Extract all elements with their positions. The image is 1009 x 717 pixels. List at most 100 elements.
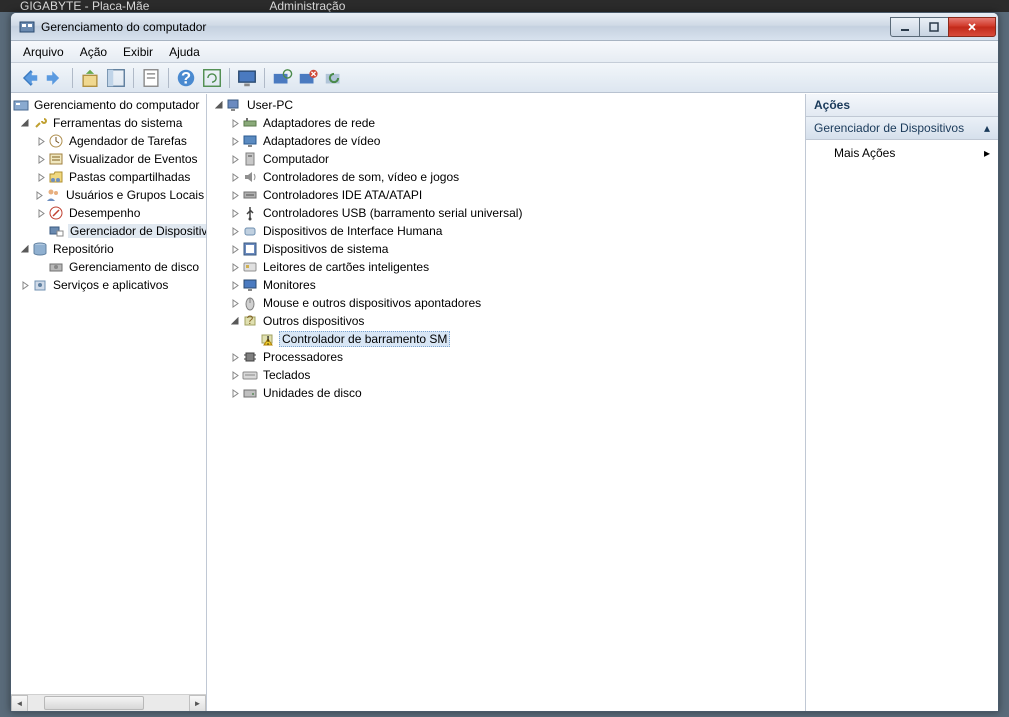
device-category[interactable]: Adaptadores de rede — [207, 114, 805, 132]
tree-performance[interactable]: Desempenho — [11, 204, 206, 222]
device-category[interactable]: Processadores — [207, 348, 805, 366]
menubar: Arquivo Ação Exibir Ajuda — [11, 41, 998, 63]
expand-icon[interactable] — [229, 207, 241, 219]
tree-event-viewer[interactable]: Visualizador de Eventos — [11, 150, 206, 168]
expand-icon[interactable] — [229, 297, 241, 309]
expand-icon[interactable] — [229, 243, 241, 255]
window-title: Gerenciamento do computador — [41, 20, 891, 34]
expand-icon[interactable] — [229, 279, 241, 291]
tree-root[interactable]: Gerenciamento do computador — [11, 96, 206, 114]
menu-file[interactable]: Arquivo — [15, 42, 72, 62]
expand-icon[interactable] — [229, 225, 241, 237]
device-category[interactable]: ? Outros dispositivos — [207, 312, 805, 330]
services-icon — [32, 277, 48, 293]
svg-text:?: ? — [247, 313, 254, 327]
menu-help[interactable]: Ajuda — [161, 42, 208, 62]
console-tree-pane: Gerenciamento do computador Ferramentas … — [11, 94, 207, 711]
uninstall-button[interactable] — [296, 66, 320, 90]
device-category[interactable]: Dispositivos de Interface Humana — [207, 222, 805, 240]
collapse-icon[interactable] — [19, 243, 31, 255]
actions-section[interactable]: Gerenciador de Dispositivos ▴ — [806, 117, 998, 140]
device-category[interactable]: Unidades de disco — [207, 384, 805, 402]
menu-action[interactable]: Ação — [72, 42, 115, 62]
titlebar[interactable]: Gerenciamento do computador — [11, 13, 998, 41]
tree-users-groups[interactable]: Usuários e Grupos Locais — [11, 186, 206, 204]
expand-icon[interactable] — [229, 387, 241, 399]
minimize-button[interactable] — [890, 17, 920, 37]
expand-icon[interactable] — [35, 153, 47, 165]
shared-folder-icon — [48, 169, 64, 185]
help-button[interactable]: ? — [174, 66, 198, 90]
scan-hardware-button[interactable] — [270, 66, 294, 90]
scroll-track[interactable] — [28, 695, 189, 711]
device-category[interactable]: Dispositivos de sistema — [207, 240, 805, 258]
forward-button[interactable] — [43, 66, 67, 90]
expand-icon[interactable] — [35, 171, 47, 183]
disk-icon — [48, 259, 64, 275]
expand-icon[interactable] — [35, 189, 44, 201]
svg-text:!: ! — [266, 334, 269, 348]
expand-icon[interactable] — [229, 171, 241, 183]
menu-view[interactable]: Exibir — [115, 42, 161, 62]
device-tree-pane: User-PC Adaptadores de rede Adaptadores … — [207, 94, 806, 711]
device-category[interactable]: Leitores de cartões inteligentes — [207, 258, 805, 276]
device-category[interactable]: Controladores IDE ATA/ATAPI — [207, 186, 805, 204]
device-category[interactable]: Controladores USB (barramento serial uni… — [207, 204, 805, 222]
tree-storage[interactable]: Repositório — [11, 240, 206, 258]
update-driver-button[interactable] — [322, 66, 346, 90]
scroll-left-button[interactable]: ◄ — [11, 695, 28, 712]
category-icon — [242, 295, 258, 311]
tree-shared-folders[interactable]: Pastas compartilhadas — [11, 168, 206, 186]
device-category[interactable]: Computador — [207, 150, 805, 168]
tree-system-tools[interactable]: Ferramentas do sistema — [11, 114, 206, 132]
device-category[interactable]: Adaptadores de vídeo — [207, 132, 805, 150]
more-actions-item[interactable]: Mais Ações ▸ — [806, 140, 998, 166]
expand-icon[interactable] — [229, 261, 241, 273]
collapse-icon[interactable] — [213, 99, 225, 111]
browser-tab[interactable]: Administração — [269, 0, 345, 12]
computer-icon — [226, 97, 242, 113]
refresh-button[interactable] — [200, 66, 224, 90]
device-category[interactable]: Monitores — [207, 276, 805, 294]
expand-icon[interactable] — [229, 135, 241, 147]
expand-icon[interactable] — [229, 369, 241, 381]
close-button[interactable] — [948, 17, 996, 37]
clock-icon — [48, 133, 64, 149]
scroll-right-button[interactable]: ► — [189, 695, 206, 712]
tree-device-manager[interactable]: Gerenciador de Dispositivos — [11, 222, 206, 240]
collapse-icon[interactable] — [229, 315, 241, 327]
maximize-button[interactable] — [919, 17, 949, 37]
device-item[interactable]: ! Controlador de barramento SM — [207, 330, 805, 348]
scroll-thumb[interactable] — [44, 696, 144, 710]
tree-task-scheduler[interactable]: Agendador de Tarefas — [11, 132, 206, 150]
horizontal-scrollbar[interactable]: ◄ ► — [11, 694, 206, 711]
computer-mgmt-icon — [13, 97, 29, 113]
tree-services-apps[interactable]: Serviços e aplicativos — [11, 276, 206, 294]
show-hide-tree-button[interactable] — [104, 66, 128, 90]
performance-icon — [48, 205, 64, 221]
expand-icon[interactable] — [229, 189, 241, 201]
device-category[interactable]: Controladores de som, vídeo e jogos — [207, 168, 805, 186]
expand-icon[interactable] — [35, 207, 47, 219]
svg-text:?: ? — [181, 69, 191, 87]
up-button[interactable] — [78, 66, 102, 90]
expand-icon[interactable] — [19, 279, 31, 291]
category-icon — [242, 241, 258, 257]
warning-device-icon: ! — [259, 331, 275, 347]
expand-icon[interactable] — [229, 117, 241, 129]
toolbar: ? — [11, 63, 998, 93]
category-icon — [242, 187, 258, 203]
properties-button[interactable] — [139, 66, 163, 90]
device-root[interactable]: User-PC — [207, 96, 805, 114]
tree-disk-mgmt[interactable]: Gerenciamento de disco — [11, 258, 206, 276]
expand-icon[interactable] — [229, 153, 241, 165]
monitor-icon[interactable] — [235, 66, 259, 90]
back-button[interactable] — [17, 66, 41, 90]
main-window: Gerenciamento do computador Arquivo Ação… — [10, 12, 999, 712]
device-category[interactable]: Teclados — [207, 366, 805, 384]
browser-tab[interactable]: GIGABYTE - Placa-Mãe — [20, 0, 149, 12]
collapse-icon[interactable] — [19, 117, 31, 129]
device-category[interactable]: Mouse e outros dispositivos apontadores — [207, 294, 805, 312]
expand-icon[interactable] — [35, 135, 47, 147]
expand-icon[interactable] — [229, 351, 241, 363]
